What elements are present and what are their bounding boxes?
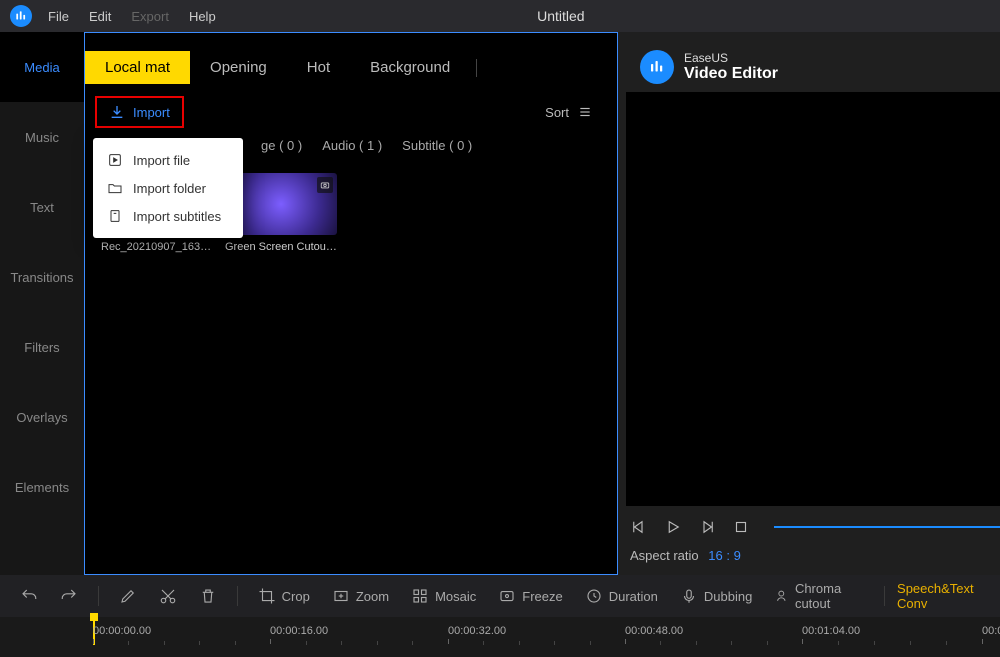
crop-button[interactable]: Crop — [250, 581, 318, 611]
brand-sub: EaseUS — [684, 51, 778, 65]
mosaic-button[interactable]: Mosaic — [403, 581, 484, 611]
freeze-button[interactable]: Freeze — [490, 581, 570, 611]
duration-button[interactable]: Duration — [577, 581, 666, 611]
zoom-button[interactable]: Zoom — [324, 581, 397, 611]
cut-button[interactable] — [151, 581, 185, 611]
tab-separator — [476, 59, 477, 77]
preview-viewport — [626, 92, 1000, 506]
tab-background[interactable]: Background — [350, 51, 470, 84]
aspect-label: Aspect ratio — [630, 548, 699, 563]
sort-button[interactable]: Sort — [545, 105, 607, 120]
prev-frame-button[interactable] — [628, 516, 650, 538]
timeline-tick: 00:0 — [982, 625, 1000, 644]
import-folder-item[interactable]: Import folder — [93, 174, 243, 202]
playback-scrubber[interactable] — [774, 526, 1000, 528]
timeline-tick: 00:01:04.00 — [802, 625, 860, 644]
timeline-tick: 00:00:48.00 — [625, 625, 683, 644]
sidebar: Media Music Text Transitions Filters Ove… — [0, 32, 84, 575]
aspect-value[interactable]: 16 : 9 — [708, 548, 741, 563]
filter-subtitle[interactable]: Subtitle ( 0 ) — [402, 138, 472, 153]
menu-file[interactable]: File — [38, 3, 79, 30]
stop-button[interactable] — [730, 516, 752, 538]
menu-edit[interactable]: Edit — [79, 3, 121, 30]
import-file-label: Import file — [133, 153, 190, 168]
redo-button[interactable] — [52, 581, 86, 611]
import-label: Import — [133, 105, 170, 120]
tab-hot[interactable]: Hot — [287, 51, 350, 84]
brand-logo-icon — [640, 50, 674, 84]
filter-image[interactable]: ge ( 0 ) — [261, 138, 302, 153]
timeline-tick: 00:00:32.00 — [448, 625, 506, 644]
filter-audio[interactable]: Audio ( 1 ) — [322, 138, 382, 153]
sort-label: Sort — [545, 105, 569, 120]
play-button[interactable] — [662, 516, 684, 538]
timeline-tick: 00:00:16.00 — [270, 625, 328, 644]
preview-pane: EaseUS Video Editor Aspect ratio 16 : 9 — [618, 32, 1000, 575]
app-logo-icon — [10, 5, 32, 27]
edit-button[interactable] — [111, 581, 145, 611]
sidebar-item-transitions[interactable]: Transitions — [0, 242, 84, 312]
delete-button[interactable] — [191, 581, 225, 611]
sidebar-item-elements[interactable]: Elements — [0, 452, 84, 522]
sidebar-item-text[interactable]: Text — [0, 172, 84, 242]
sidebar-item-media[interactable]: Media — [0, 32, 84, 102]
sidebar-item-music[interactable]: Music — [0, 102, 84, 172]
import-folder-label: Import folder — [133, 181, 206, 196]
import-file-item[interactable]: Import file — [93, 146, 243, 174]
thumb-label: Green Screen Cutout... — [225, 241, 337, 253]
dubbing-button[interactable]: Dubbing — [672, 581, 760, 611]
import-dropdown: Import file Import folder Import subtitl… — [93, 138, 243, 238]
import-subtitles-label: Import subtitles — [133, 209, 221, 224]
camera-icon — [317, 177, 333, 193]
speech-text-button[interactable]: Speech&Text Conv — [897, 581, 988, 611]
thumb-label: Rec_20210907_1635... — [101, 241, 213, 253]
sidebar-item-overlays[interactable]: Overlays — [0, 382, 84, 452]
timeline-tick: 00:00:00.00 — [93, 625, 151, 644]
import-subtitles-item[interactable]: Import subtitles — [93, 202, 243, 230]
media-panel: Local mat Opening Hot Background Import … — [84, 32, 618, 575]
sidebar-item-filters[interactable]: Filters — [0, 312, 84, 382]
chroma-button[interactable]: Chroma cutout — [766, 575, 872, 617]
next-frame-button[interactable] — [696, 516, 718, 538]
tab-local[interactable]: Local mat — [85, 51, 190, 84]
import-button[interactable]: Import — [95, 96, 184, 128]
window-title: Untitled — [126, 8, 996, 24]
tab-opening[interactable]: Opening — [190, 51, 287, 84]
timeline-ruler[interactable]: 00:00:00.00 00:00:16.00 00:00:32.00 00:00:4… — [0, 617, 1000, 657]
undo-button[interactable] — [12, 581, 46, 611]
brand-main: Video Editor — [684, 65, 778, 83]
